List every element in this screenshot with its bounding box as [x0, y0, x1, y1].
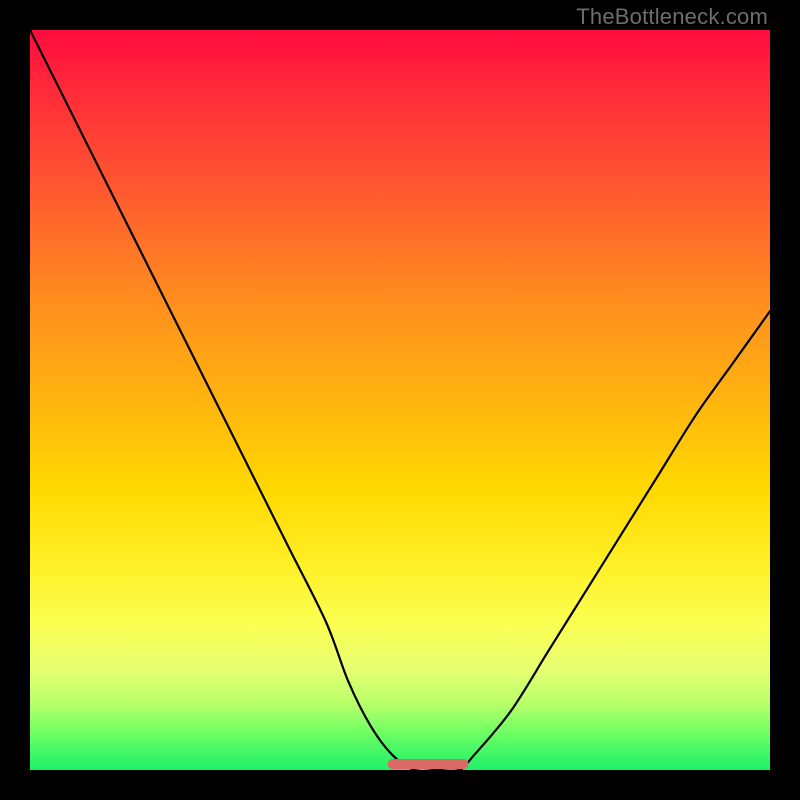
chart-overlay — [30, 30, 770, 770]
plot-area — [30, 30, 770, 770]
bottleneck-curve — [30, 30, 770, 770]
chart-frame: TheBottleneck.com — [0, 0, 800, 800]
watermark-text: TheBottleneck.com — [576, 4, 768, 30]
